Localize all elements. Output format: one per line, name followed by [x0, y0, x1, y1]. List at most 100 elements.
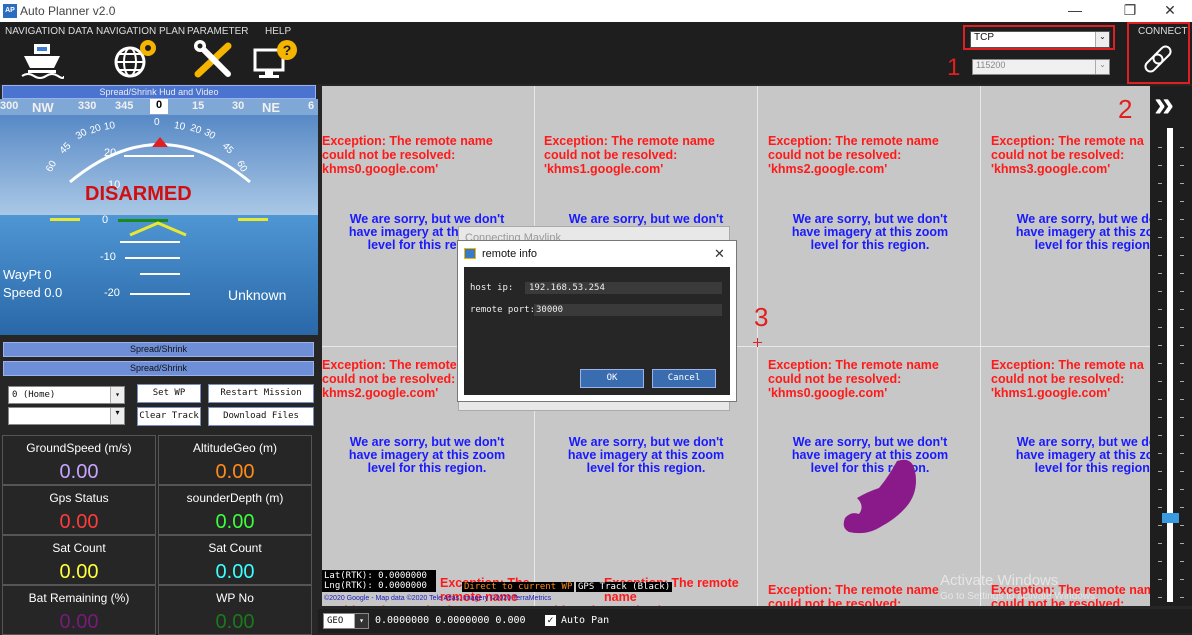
annotation-number-1: 1 [947, 54, 961, 81]
tile-exception: Exception: The remote na could not be res… [991, 134, 1150, 176]
cancel-button[interactable]: Cancel [652, 369, 716, 388]
restore-button[interactable]: ❐ [1115, 2, 1145, 19]
exception-line: could not be resolved: [322, 148, 456, 162]
compass-15: 15 [192, 100, 205, 112]
dialog-title: remote info [482, 248, 538, 260]
pitch-line-neg5 [120, 241, 180, 243]
armed-state: DISARMED [85, 183, 192, 205]
stat-label: Sat Count [208, 541, 262, 555]
protocol-select[interactable]: TCP ⌄ [970, 31, 1110, 48]
clear-track-button[interactable]: Clear Track [137, 407, 201, 426]
ok-button[interactable]: OK [580, 369, 644, 388]
tile-exception: Exception: The remote na could not be res… [991, 358, 1150, 400]
title-bar: AP Auto Planner v2.0 — ❐ ✕ [0, 0, 1192, 22]
restart-mission-button[interactable]: Restart Mission [208, 384, 314, 403]
tile-exception: Exception: The remote name could not be r… [544, 134, 754, 176]
expand-chevron-icon[interactable]: » [1154, 84, 1174, 124]
stat-label: sounderDepth (m) [186, 491, 284, 505]
remote-info-dialog: remote info ✕ host ip: 192.168.53.254 re… [457, 240, 737, 402]
host-ip-field[interactable]: 192.168.53.254 [525, 282, 722, 294]
stat-label: AltitudeGeo (m) [192, 441, 278, 455]
spread-shrink-button-1[interactable]: Spread/Shrink [3, 342, 314, 357]
bottom-bar: GEO ▾ 0.0000000 0.0000000 0.000 ✓ Auto P… [318, 609, 1192, 633]
remote-port-label: remote port: [470, 305, 536, 315]
exception-line: Exception: The remote name [322, 134, 493, 148]
spread-shrink-button-2[interactable]: Spread/Shrink [3, 361, 314, 376]
exception-line: 'khms0.google.com' [768, 386, 888, 400]
set-wp-button[interactable]: Set WP [137, 384, 201, 403]
remote-port-field[interactable]: 30000 [534, 304, 722, 316]
compass-nw: NW [32, 100, 54, 115]
auto-pan-label: Auto Pan [561, 615, 610, 626]
coords-readout: 0.0000000 0.0000000 0.000 [375, 615, 526, 626]
globe-icon[interactable] [112, 38, 158, 80]
sorry-line: level for this region. [1034, 238, 1150, 252]
chevron-down-icon: ⌄ [1095, 32, 1109, 47]
stat-label: WP No [216, 591, 254, 605]
compass-heading: 0 [150, 99, 168, 114]
menu-navigation-plan[interactable]: NAVIGATION PLAN [96, 26, 185, 37]
exception-line: could not be resolved: [322, 604, 532, 606]
protocol-value: TCP [974, 32, 994, 43]
lat-readout: Lat(RTK): 0.0000000 [324, 571, 427, 581]
gps-track-label: GPS Track (Black) [576, 582, 673, 592]
exception-line: 'khms2.google.com' [768, 162, 888, 176]
top-menu-bar: NAVIGATION DATA NAVIGATION PLAN PARAMETE… [0, 22, 1192, 84]
close-button[interactable]: ✕ [1155, 2, 1185, 19]
pitch-label-0: 0 [102, 214, 109, 226]
connect-label[interactable]: CONNECT [1138, 26, 1187, 37]
stat-groundspeed: GroundSpeed (m/s) 0.00 [2, 435, 156, 485]
menu-navigation-data[interactable]: NAVIGATION DATA [5, 26, 93, 37]
sorry-line: level for this region. [1034, 461, 1150, 475]
svg-text:?: ? [283, 42, 292, 58]
ship-icon[interactable] [20, 40, 64, 80]
aircraft-right-wing [238, 218, 268, 221]
aircraft-marker-icon [129, 221, 187, 237]
menu-help[interactable]: HELP [265, 26, 291, 37]
stat-value: 0.00 [59, 461, 99, 483]
stat-label: Gps Status [49, 491, 109, 505]
exception-line: Exception: The remote name [544, 134, 715, 148]
stat-value: 0.00 [215, 611, 255, 633]
annotation-number-2: 2 [1118, 94, 1133, 124]
auto-pan-checkbox[interactable]: ✓ [545, 615, 556, 626]
download-files-button[interactable]: Download Files [208, 407, 314, 426]
tile-sorry-text: We are sorry, but we don'thave imagery a… [994, 436, 1150, 475]
pitch-line-neg20 [130, 293, 190, 295]
exception-line: 'khms1.google.com' [544, 162, 664, 176]
aircraft-left-wing [50, 218, 80, 221]
hud-video-toggle[interactable]: Spread/Shrink Hud and Video [2, 85, 316, 99]
waypoint-select[interactable]: 0 (Home) ▾ [8, 386, 125, 404]
stat-sounderdepth: sounderDepth (m) 0.00 [158, 485, 312, 535]
exception-line: could not be resolved: [991, 372, 1125, 386]
dialog-close-button[interactable]: ✕ [714, 246, 725, 262]
chevron-down-icon: ⌄ [1095, 60, 1109, 74]
zoom-slider-track[interactable] [1161, 128, 1179, 602]
zoom-slider-thumb[interactable] [1161, 513, 1179, 524]
pitch-line-neg10 [125, 257, 180, 259]
dialog-app-icon [464, 248, 476, 259]
link-icon[interactable] [1140, 42, 1176, 78]
tile-sorry-text: We are sorry, but we don'thave imagery a… [327, 436, 527, 475]
stat-bat-remaining: Bat Remaining (%) 0.00 [2, 585, 156, 635]
secondary-select[interactable]: ▾ [8, 407, 125, 425]
minimize-button[interactable]: — [1060, 2, 1090, 18]
coord-type-select[interactable]: GEO ▾ [323, 613, 369, 629]
stat-value: 0.00 [215, 511, 255, 533]
compass-330: 330 [78, 100, 97, 112]
stat-value: 0.00 [215, 561, 255, 583]
window-title: Auto Planner v2.0 [20, 4, 116, 18]
help-monitor-icon[interactable]: ? [253, 40, 299, 80]
tile-sorry-text: We are sorry, but we don'thave imagery a… [546, 436, 746, 475]
pitch-label-20: 20 [104, 147, 117, 159]
baud-select[interactable]: 115200 ⌄ [972, 59, 1110, 75]
exception-line: 'khms3.google.com' [991, 162, 1111, 176]
exception-line: 'khms1.google.com' [991, 386, 1111, 400]
waypoint-select-value: 0 (Home) [12, 390, 56, 400]
host-ip-label: host ip: [470, 283, 514, 293]
stat-sat-count-2: Sat Count 0.00 [158, 535, 312, 585]
menu-parameter[interactable]: PARAMETER [187, 26, 249, 37]
wrench-icon[interactable] [192, 40, 236, 80]
roll-label-10: 10 [103, 120, 116, 133]
compass-ne: NE [262, 100, 281, 115]
